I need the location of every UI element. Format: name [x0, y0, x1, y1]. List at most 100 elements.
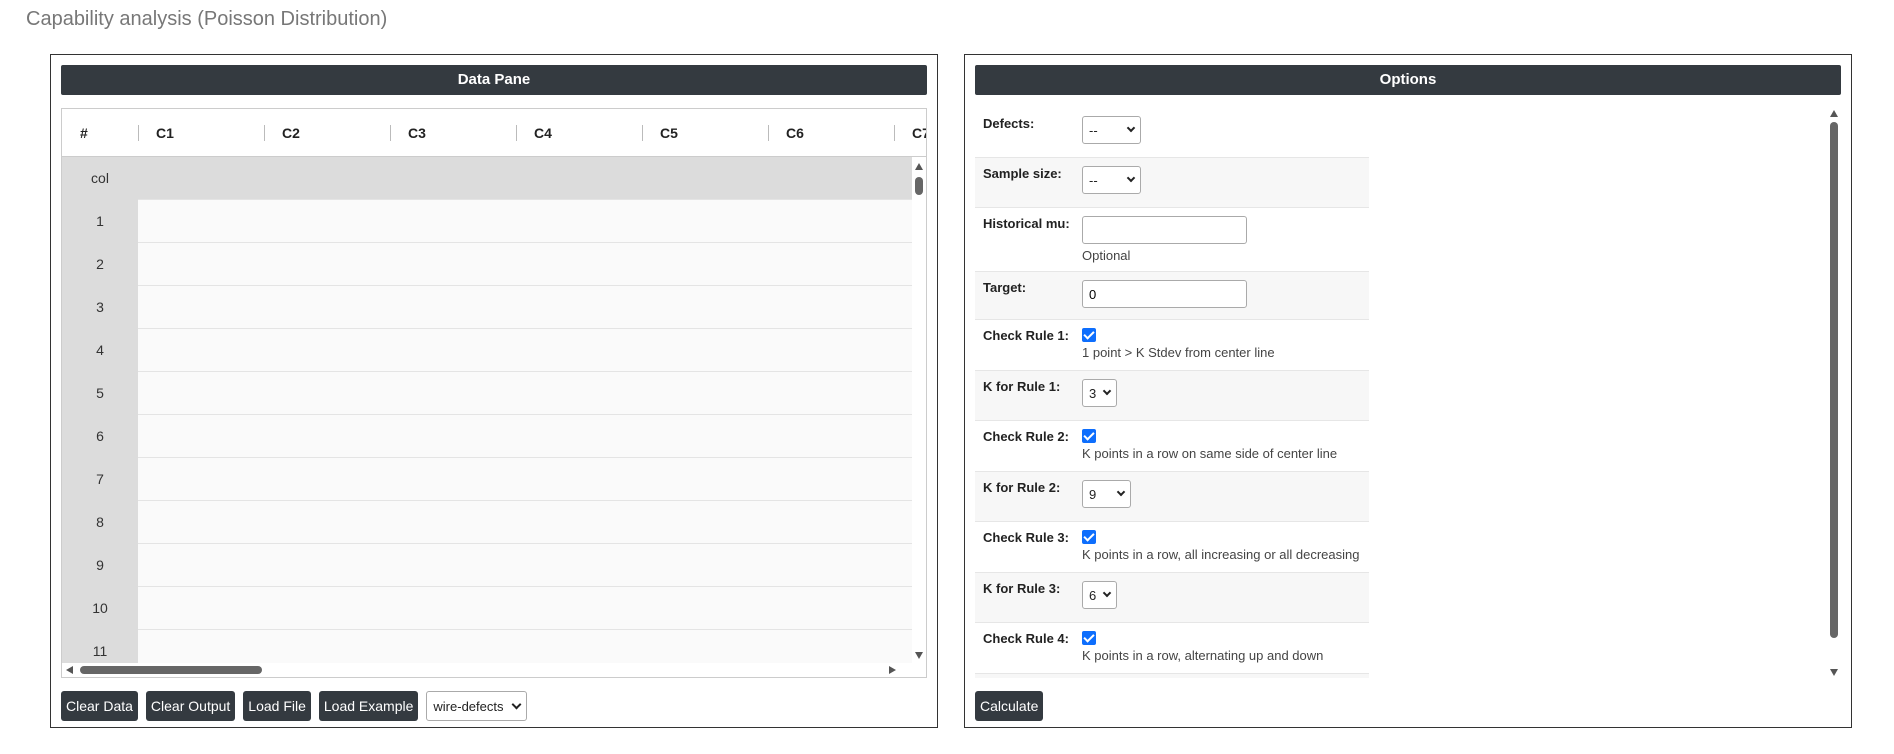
example-dataset-value: wire-defects	[433, 698, 504, 714]
scroll-up-icon[interactable]	[1830, 110, 1838, 117]
defects-select-value: --	[1089, 122, 1098, 138]
clear-data-button[interactable]: Clear Data	[61, 691, 138, 721]
row-cells[interactable]	[138, 372, 912, 414]
rule4-label: Check Rule 4:	[983, 631, 1069, 646]
rule4-hint: K points in a row, alternating up and do…	[1082, 648, 1324, 663]
k-rule3-select[interactable]: 6	[1082, 581, 1118, 609]
load-example-button[interactable]: Load Example	[318, 691, 419, 721]
col-name-cells[interactable]	[138, 157, 912, 199]
defects-select[interactable]: --	[1082, 116, 1141, 144]
table-row-col: col	[62, 157, 912, 200]
table-row: 7	[62, 458, 912, 501]
grid-horizontal-scrollbar[interactable]	[62, 663, 912, 677]
column-header-c5[interactable]: C5	[642, 109, 678, 157]
options-toolbar: Calculate	[975, 691, 1044, 721]
scroll-up-icon[interactable]	[915, 163, 923, 170]
rule1-label: Check Rule 1:	[983, 328, 1069, 343]
k-rule1-select[interactable]: 3	[1082, 379, 1118, 407]
k-rule1-label: K for Rule 1:	[983, 379, 1061, 394]
option-row-k-rule2: K for Rule 2: 9	[975, 472, 1369, 522]
options-vertical-scrollbar[interactable]	[1827, 108, 1841, 678]
rule1-checkbox[interactable]	[1082, 328, 1096, 342]
row-label: 7	[62, 458, 138, 501]
row-cells[interactable]	[138, 544, 912, 586]
scroll-right-icon[interactable]	[889, 666, 896, 674]
row-cells[interactable]	[138, 630, 912, 663]
table-row: 2	[62, 243, 912, 286]
rule1-hint: 1 point > K Stdev from center line	[1082, 345, 1275, 360]
rule4-checkbox[interactable]	[1082, 631, 1096, 645]
chevron-down-icon	[1126, 123, 1135, 133]
calculate-button[interactable]: Calculate	[975, 691, 1044, 721]
scroll-thumb[interactable]	[1830, 122, 1838, 638]
data-pane-panel: Data Pane # C1 C2 C3 C4 C5 C6 C7 col 1 2…	[50, 54, 938, 728]
chevron-down-icon	[512, 699, 522, 709]
historical-mu-label: Historical mu:	[983, 216, 1070, 231]
rule3-hint: K points in a row, all increasing or all…	[1082, 547, 1360, 562]
column-header-c1[interactable]: C1	[138, 109, 174, 157]
table-row: 3	[62, 286, 912, 329]
options-scroll-area: Defects: -- Sample size: -- Historical m…	[975, 108, 1841, 678]
rule3-label: Check Rule 3:	[983, 530, 1069, 545]
table-row: 10	[62, 587, 912, 630]
option-row-sample-size: Sample size: --	[975, 158, 1369, 208]
options-header: Options	[975, 65, 1841, 95]
example-dataset-select[interactable]: wire-defects	[426, 691, 528, 721]
sample-size-select[interactable]: --	[1082, 166, 1141, 194]
table-row: 1	[62, 200, 912, 243]
row-cells[interactable]	[138, 415, 912, 457]
grid-vertical-scrollbar[interactable]	[912, 157, 926, 663]
scroll-thumb[interactable]	[915, 177, 923, 195]
scroll-down-icon[interactable]	[915, 652, 923, 659]
k-rule2-label: K for Rule 2:	[983, 480, 1061, 495]
row-label: 3	[62, 286, 138, 329]
column-header-c7[interactable]: C7	[894, 109, 926, 157]
table-row: 6	[62, 415, 912, 458]
column-header-c3[interactable]: C3	[390, 109, 426, 157]
rule3-checkbox[interactable]	[1082, 530, 1096, 544]
grid-header-row: # C1 C2 C3 C4 C5 C6 C7	[62, 109, 926, 157]
option-row-partial	[975, 674, 1369, 678]
column-header-c6[interactable]: C6	[768, 109, 804, 157]
clear-output-button[interactable]: Clear Output	[145, 691, 236, 721]
scroll-left-icon[interactable]	[66, 666, 73, 674]
data-pane-toolbar: Clear Data Clear Output Load File Load E…	[61, 691, 528, 721]
row-cells[interactable]	[138, 587, 912, 629]
load-file-button[interactable]: Load File	[243, 691, 311, 721]
target-input[interactable]	[1082, 280, 1247, 308]
table-row: 5	[62, 372, 912, 415]
row-label: 4	[62, 329, 138, 372]
column-header-index[interactable]: #	[62, 109, 88, 157]
k-rule2-select[interactable]: 9	[1082, 480, 1132, 508]
scroll-down-icon[interactable]	[1830, 669, 1838, 676]
row-cells[interactable]	[138, 243, 912, 285]
option-row-historical-mu: Historical mu: Optional	[975, 208, 1369, 272]
target-label: Target:	[983, 280, 1027, 295]
table-row: 4	[62, 329, 912, 372]
historical-mu-hint: Optional	[1082, 248, 1131, 263]
row-cells[interactable]	[138, 200, 912, 242]
option-row-k-rule1: K for Rule 1: 3	[975, 371, 1369, 421]
row-label: col	[62, 157, 138, 200]
row-cells[interactable]	[138, 501, 912, 543]
row-cells[interactable]	[138, 286, 912, 328]
page-title: Capability analysis (Poisson Distributio…	[26, 8, 388, 30]
options-panel: Options Defects: -- Sample size: -- Hist…	[964, 54, 1852, 728]
defects-label: Defects:	[983, 116, 1035, 131]
data-grid[interactable]: # C1 C2 C3 C4 C5 C6 C7 col 1 2 3 4 5 6 7…	[61, 108, 927, 678]
historical-mu-input[interactable]	[1082, 216, 1247, 244]
option-row-rule2: Check Rule 2: K points in a row on same …	[975, 421, 1369, 472]
scroll-thumb[interactable]	[80, 666, 262, 674]
k-rule2-value: 9	[1089, 486, 1097, 502]
row-label: 10	[62, 587, 138, 630]
row-label: 9	[62, 544, 138, 587]
row-cells[interactable]	[138, 329, 912, 371]
option-row-target: Target:	[975, 272, 1369, 320]
sample-size-label: Sample size:	[983, 166, 1062, 181]
column-header-c2[interactable]: C2	[264, 109, 300, 157]
row-cells[interactable]	[138, 458, 912, 500]
data-pane-header: Data Pane	[61, 65, 927, 95]
chevron-down-icon	[1126, 173, 1135, 183]
column-header-c4[interactable]: C4	[516, 109, 552, 157]
rule2-checkbox[interactable]	[1082, 429, 1096, 443]
